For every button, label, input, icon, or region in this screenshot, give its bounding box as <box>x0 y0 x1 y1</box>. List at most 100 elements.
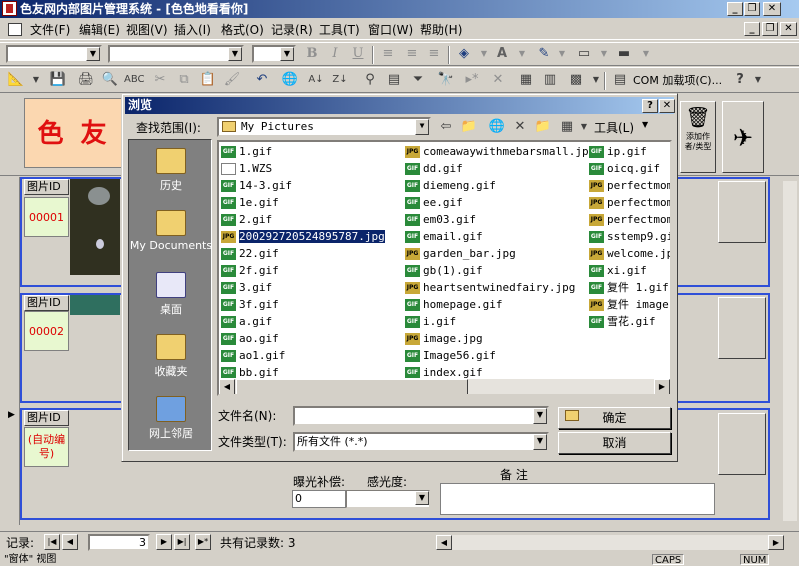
filter-by-form-icon[interactable]: ▤ <box>384 70 404 90</box>
line-color-icon[interactable]: ✎ <box>534 44 554 64</box>
file-item[interactable]: GIF 1.gif <box>219 144 272 160</box>
paste-icon[interactable]: 📋 <box>198 70 218 90</box>
doc-minimize-button[interactable]: _ <box>744 22 760 36</box>
new-object-icon[interactable]: ▩ <box>566 70 586 90</box>
cut-icon[interactable]: ✂ <box>150 70 170 90</box>
delete-icon[interactable]: ✕ <box>510 117 530 137</box>
new-record-icon[interactable]: ▸* <box>462 70 482 90</box>
sort-ascending-icon[interactable]: A↓ <box>306 70 326 90</box>
bold-button[interactable]: B <box>302 44 322 64</box>
lookin-combo[interactable]: My Pictures ▼ <box>217 117 431 137</box>
picture-thumbnail[interactable] <box>70 295 120 315</box>
dialog-help-button[interactable]: ? <box>642 99 658 113</box>
record-button[interactable] <box>718 297 766 359</box>
font-size-combo[interactable]: ▼ <box>252 45 296 63</box>
file-item[interactable]: GIF 1e.gif <box>219 195 279 211</box>
font-color-dropdown-icon[interactable]: ▼ <box>512 44 532 64</box>
border-dropdown-icon[interactable]: ▼ <box>594 44 614 64</box>
new-folder-icon[interactable]: 📁 <box>533 117 553 137</box>
file-item[interactable]: JPGperfectmome <box>587 178 670 194</box>
spelling-icon[interactable]: ABC <box>124 70 145 90</box>
file-item[interactable]: 1.WZS <box>219 161 272 177</box>
print-preview-icon[interactable]: 🔍 <box>100 70 120 90</box>
com-addins-icon[interactable]: ▤ <box>610 70 630 90</box>
form-scroll-left-button[interactable]: ◀ <box>436 535 452 550</box>
effect-dropdown-icon[interactable]: ▼ <box>636 44 656 64</box>
filetype-combo[interactable]: 所有文件 (*.*) ▼ <box>293 432 549 452</box>
file-item[interactable]: GIF i.gif <box>403 314 456 330</box>
file-item[interactable]: GIF a.gif <box>219 314 272 330</box>
file-item[interactable]: GIF em03.gif <box>403 212 476 228</box>
form-vertical-scrollbar[interactable] <box>783 181 797 521</box>
file-item[interactable]: JPG 复件 image. <box>587 297 670 313</box>
file-item[interactable]: JPGperfectmome <box>587 195 670 211</box>
align-left-icon[interactable]: ≡ <box>378 44 398 64</box>
ok-button[interactable]: 确定 <box>558 407 671 429</box>
file-item[interactable]: GIF diemeng.gif <box>403 178 496 194</box>
view-icon[interactable]: 📐 <box>6 70 26 90</box>
menu-insert[interactable]: 插入(I) <box>174 22 211 38</box>
file-item[interactable]: GIF gb(1).gif <box>403 263 483 279</box>
file-item[interactable]: GIF xi.gif <box>587 263 647 279</box>
file-item[interactable]: GIF Image56.gif <box>403 348 496 364</box>
record-selector[interactable] <box>2 293 20 410</box>
properties-icon[interactable]: ▦ <box>516 70 536 90</box>
filename-input[interactable]: ▼ <box>293 406 549 426</box>
doc-close-button[interactable]: ✕ <box>780 22 797 36</box>
search-web-icon[interactable]: 🌐 <box>487 117 507 137</box>
record-selector[interactable] <box>2 177 20 294</box>
record-button[interactable] <box>718 413 766 475</box>
file-item[interactable]: GIF ao.gif <box>219 331 279 347</box>
line-color-dropdown-icon[interactable]: ▼ <box>552 44 572 64</box>
file-item[interactable]: JPGwelcome.jpg <box>587 246 670 262</box>
notes-input[interactable] <box>440 483 715 515</box>
save-icon[interactable]: 💾 <box>48 70 68 90</box>
tools-dropdown-icon[interactable]: ▼ <box>642 120 648 129</box>
place-network[interactable]: 网上邻居 <box>129 390 213 452</box>
file-item[interactable]: GIF email.gif <box>403 229 483 245</box>
file-item[interactable]: JPG 200292720524895787.jpg <box>219 229 386 245</box>
copy-icon[interactable]: ⧉ <box>174 70 194 90</box>
file-item[interactable]: JPG image.jpg <box>403 331 483 347</box>
close-app-button[interactable]: ✕ <box>763 2 781 16</box>
document-icon[interactable] <box>8 23 22 36</box>
scroll-right-button[interactable]: ▶ <box>654 379 670 394</box>
menu-records[interactable]: 记录(R) <box>271 22 313 38</box>
file-item[interactable]: GIF 复件 1.gif <box>587 280 669 296</box>
exposure-input[interactable]: 0 <box>292 490 346 508</box>
previous-record-button[interactable]: ◀ <box>62 534 78 550</box>
tools-menu[interactable]: 工具(L) <box>594 120 634 136</box>
menu-window[interactable]: 窗口(W) <box>368 22 413 38</box>
help-icon[interactable]: ? <box>730 70 750 90</box>
apply-filter-icon[interactable]: ⏷ <box>408 70 428 90</box>
menu-edit[interactable]: 编辑(E) <box>79 22 120 38</box>
font-combo[interactable]: ▼ <box>108 45 244 63</box>
hyperlink-icon[interactable]: 🌐 <box>280 70 300 90</box>
menu-help[interactable]: 帮助(H) <box>420 22 462 38</box>
find-icon[interactable]: 🔭 <box>436 70 456 90</box>
picture-thumbnail[interactable] <box>70 179 120 275</box>
file-item[interactable]: GIF 14-3.gif <box>219 178 292 194</box>
new-record-button[interactable]: ▶* <box>195 534 211 550</box>
place-my-documents[interactable]: My Documents <box>129 204 213 266</box>
picture-id-value[interactable]: (自动编号) <box>24 427 69 467</box>
picture-id-value[interactable]: 00001 <box>24 197 69 237</box>
file-item[interactable]: GIF 2f.gif <box>219 263 279 279</box>
file-list-hscrollbar[interactable]: ◀ ▶ <box>219 378 670 394</box>
file-item[interactable]: JPG comeawaywithmebarsmall.jpg <box>403 144 595 160</box>
menu-format[interactable]: 格式(O) <box>221 22 264 38</box>
file-item[interactable]: JPG garden_bar.jpg <box>403 246 516 262</box>
views-dropdown-icon[interactable]: ▼ <box>574 117 594 137</box>
help-dropdown-icon[interactable]: ▼ <box>748 70 768 90</box>
place-history[interactable]: 历史 <box>129 142 213 204</box>
object-combo[interactable]: ▼ <box>6 45 102 63</box>
undo-icon[interactable]: ↶ <box>252 70 272 90</box>
form-hscrollbar[interactable]: ◀ ▶ <box>436 535 784 550</box>
format-painter-icon[interactable]: 🖌 <box>222 70 242 90</box>
align-center-icon[interactable]: ≡ <box>402 44 422 64</box>
file-item[interactable]: GIF oicq.gif <box>587 161 660 177</box>
font-color-icon[interactable]: A <box>492 44 512 64</box>
form-scroll-right-button[interactable]: ▶ <box>768 535 784 550</box>
last-record-button[interactable]: ▶| <box>174 534 190 550</box>
next-record-button[interactable]: ▶ <box>156 534 172 550</box>
